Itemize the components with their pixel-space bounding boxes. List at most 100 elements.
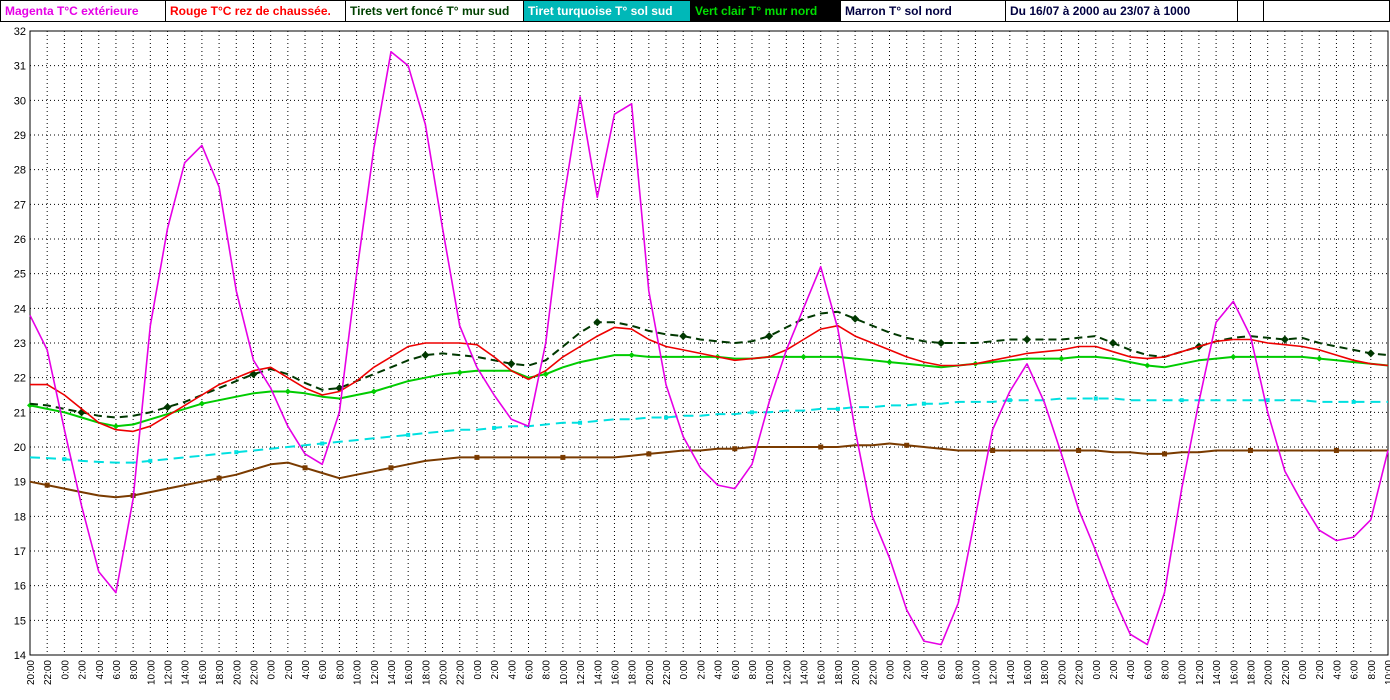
svg-text:0:00: 0:00 [679,660,690,680]
svg-text:14:00: 14:00 [800,660,811,685]
svg-text:26: 26 [14,234,26,246]
svg-text:24: 24 [14,303,26,315]
series-exterieure [29,50,1389,646]
svg-text:0:00: 0:00 [267,660,278,680]
svg-text:18:00: 18:00 [628,660,639,685]
svg-text:20: 20 [14,442,26,454]
svg-text:14:00: 14:00 [181,660,192,685]
svg-text:12:00: 12:00 [576,660,587,685]
series-mur-nord [27,352,1389,430]
svg-text:4:00: 4:00 [301,660,312,680]
chart-svg: 14 15 16 17 18 19 20 21 22 23 24 25 26 27 28 29 30 31 32 20… [14,26,1390,685]
svg-text:4:00: 4:00 [1332,660,1343,680]
svg-text:8:00: 8:00 [748,660,759,680]
y-axis-labels: 14 15 16 17 18 19 20 21 22 23 24 25 26 27 28 29 30 31 32 [14,26,26,662]
svg-text:2:00: 2:00 [903,660,914,680]
svg-text:27: 27 [14,199,26,211]
svg-text:6:00: 6:00 [731,660,742,680]
legend-exterieure: Magenta T°C extérieure [1,1,166,21]
svg-text:12:00: 12:00 [989,660,1000,685]
legend-mur-sud: Tirets vert foncé T° mur sud [346,1,524,21]
svg-text:6:00: 6:00 [525,660,536,680]
svg-text:16:00: 16:00 [404,660,415,685]
svg-text:6:00: 6:00 [1350,660,1361,680]
svg-text:8:00: 8:00 [954,660,965,680]
svg-text:6:00: 6:00 [112,660,123,680]
svg-text:10:00: 10:00 [1384,660,1390,685]
svg-text:8:00: 8:00 [1161,660,1172,680]
svg-text:15: 15 [14,615,26,627]
svg-text:19: 19 [14,477,26,489]
svg-text:29: 29 [14,130,26,142]
svg-text:16:00: 16:00 [1229,660,1240,685]
svg-text:31: 31 [14,61,26,73]
legend-mur-nord: Vert clair T° mur nord [691,1,841,21]
svg-text:22:00: 22:00 [249,660,260,685]
legend-sol-sud: Tiret turquoise T° sol sud [524,1,691,21]
date-range: Du 16/07 à 2000 au 23/07 à 1000 [1006,1,1238,21]
svg-text:12:00: 12:00 [782,660,793,685]
svg-text:22:00: 22:00 [456,660,467,685]
svg-text:20:00: 20:00 [232,660,243,685]
svg-text:23: 23 [14,338,26,350]
svg-text:18:00: 18:00 [1040,660,1051,685]
svg-text:0:00: 0:00 [1298,660,1309,680]
svg-text:12:00: 12:00 [370,660,381,685]
svg-text:18: 18 [14,511,26,523]
svg-text:22:00: 22:00 [1281,660,1292,685]
svg-text:10:00: 10:00 [559,660,570,685]
svg-text:18:00: 18:00 [834,660,845,685]
svg-text:8:00: 8:00 [542,660,553,680]
svg-text:4:00: 4:00 [1126,660,1137,680]
svg-text:2:00: 2:00 [284,660,295,680]
svg-text:12:00: 12:00 [164,660,175,685]
svg-text:16:00: 16:00 [198,660,209,685]
svg-text:4:00: 4:00 [920,660,931,680]
svg-text:25: 25 [14,269,26,281]
svg-text:22:00: 22:00 [43,660,54,685]
svg-text:22:00: 22:00 [662,660,673,685]
svg-text:8:00: 8:00 [129,660,140,680]
header-box-small [1238,1,1264,21]
legend-bar: Magenta T°C extérieure Rouge T°C rez de … [0,0,1390,22]
plot-border [29,30,1389,656]
svg-text:8:00: 8:00 [335,660,346,680]
svg-text:22: 22 [14,373,26,385]
svg-text:32: 32 [14,26,26,38]
svg-text:30: 30 [14,95,26,107]
svg-text:4:00: 4:00 [714,660,725,680]
svg-text:2:00: 2:00 [490,660,501,680]
legend-sol-nord: Marron T° sol nord [841,1,1006,21]
svg-text:4:00: 4:00 [95,660,106,680]
svg-text:10:00: 10:00 [971,660,982,685]
chart-area: 14 15 16 17 18 19 20 21 22 23 24 25 26 27 28 29 30 31 32 20… [0,22,1390,700]
svg-text:28: 28 [14,165,26,177]
svg-text:16:00: 16:00 [1023,660,1034,685]
svg-text:0:00: 0:00 [60,660,71,680]
legend-rez-de-chaussee: Rouge T°C rez de chaussée. [166,1,346,21]
svg-text:18:00: 18:00 [421,660,432,685]
svg-text:21: 21 [14,407,26,419]
svg-text:20:00: 20:00 [645,660,656,685]
svg-text:16:00: 16:00 [610,660,621,685]
svg-text:22:00: 22:00 [868,660,879,685]
svg-text:17: 17 [14,546,26,558]
svg-text:20:00: 20:00 [851,660,862,685]
svg-text:4:00: 4:00 [507,660,518,680]
svg-text:0:00: 0:00 [1092,660,1103,680]
svg-text:10:00: 10:00 [146,660,157,685]
header-box-wide [1264,1,1389,21]
svg-text:6:00: 6:00 [1143,660,1154,680]
svg-text:18:00: 18:00 [215,660,226,685]
svg-text:2:00: 2:00 [696,660,707,680]
svg-text:14:00: 14:00 [593,660,604,685]
svg-text:20:00: 20:00 [26,660,37,685]
svg-text:8:00: 8:00 [1367,660,1378,680]
svg-text:6:00: 6:00 [937,660,948,680]
svg-text:14:00: 14:00 [1212,660,1223,685]
svg-text:20:00: 20:00 [1057,660,1068,685]
gridlines [29,30,1389,656]
svg-text:20:00: 20:00 [1264,660,1275,685]
svg-text:10:00: 10:00 [353,660,364,685]
svg-text:14: 14 [14,650,26,662]
